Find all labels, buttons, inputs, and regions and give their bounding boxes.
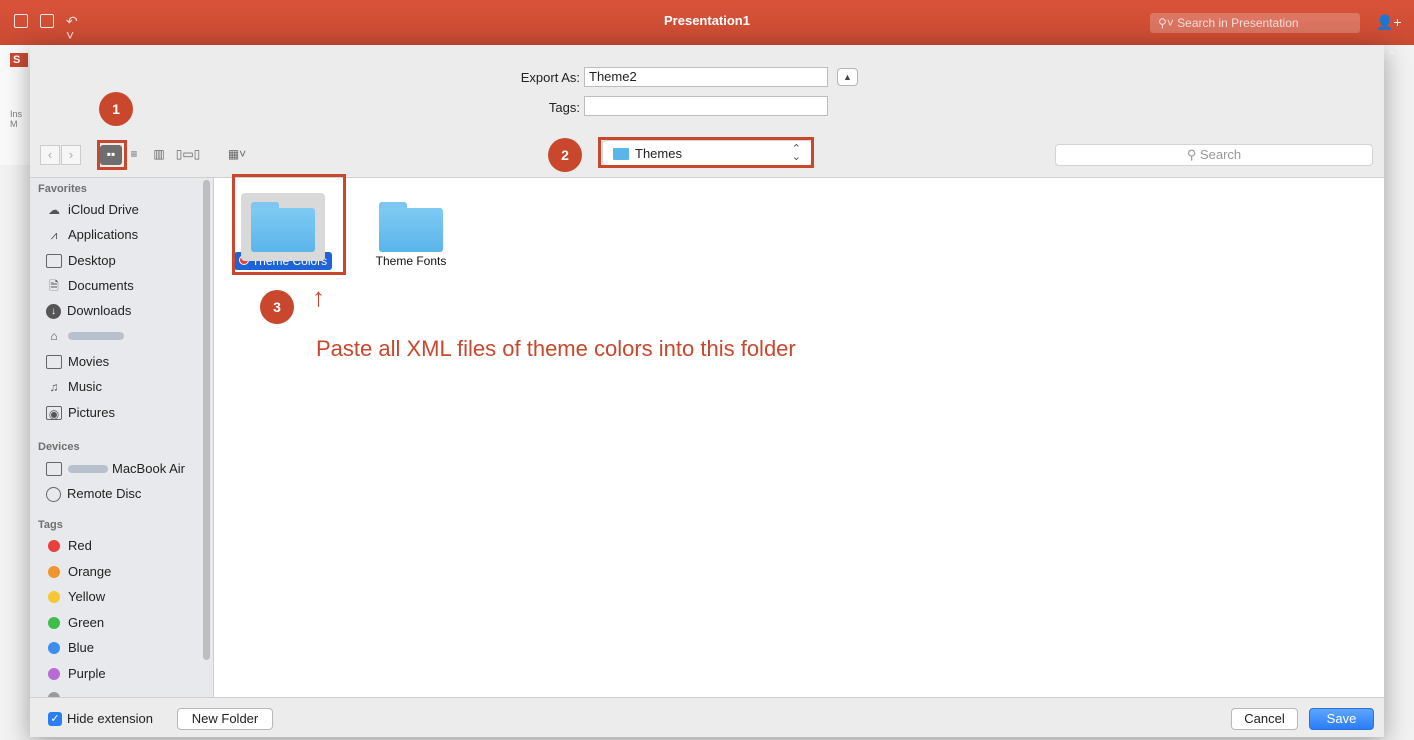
export-as-label: Export As: [520, 70, 580, 85]
back-button[interactable]: ‹ [40, 145, 60, 165]
tags-input[interactable] [584, 96, 828, 116]
music-icon: ♫ [49, 380, 59, 394]
file-browser: Theme Colors Theme Fonts 3 ↑ Paste all X… [214, 174, 1384, 697]
sidebar-tag-purple[interactable]: Purple [46, 663, 106, 685]
blurred-username [68, 332, 124, 340]
sidebar-tag-orange[interactable]: Orange [46, 561, 111, 583]
devices-heading: Devices [38, 441, 80, 453]
sidebar-item-remote-disc[interactable]: Remote Disc [46, 483, 141, 505]
sidebar-item-movies[interactable]: Movies [46, 351, 109, 373]
sidebar-tag-gray-partial[interactable] [46, 687, 68, 697]
app-titlebar: ↶ ˅ Presentation1 ⚲˅ Search in Presentat… [0, 0, 1414, 45]
sidebar-item-applications[interactable]: ⩘ Applications [46, 224, 139, 246]
hide-extension-label: Hide extension [67, 711, 153, 726]
finder-search-input[interactable]: ⚲ Search [1055, 144, 1373, 166]
applications-icon: ⩘ [50, 228, 58, 242]
step-badge-1: 1 [99, 92, 133, 126]
sidebar-tag-blue[interactable]: Blue [46, 637, 94, 659]
list-view-button[interactable]: ≡ [123, 145, 145, 165]
column-view-button[interactable]: ▥ [148, 145, 170, 165]
location-popup[interactable]: Themes ⌃ ⌄ [602, 140, 812, 166]
cancel-button[interactable]: Cancel [1231, 708, 1298, 730]
tag-dot-icon [48, 591, 60, 603]
movies-icon [46, 355, 62, 369]
favorites-heading: Favorites [38, 183, 87, 195]
sidebar-tag-yellow[interactable]: Yellow [46, 586, 105, 608]
sidebar-item-icloud[interactable]: ☁ iCloud Drive [46, 199, 139, 221]
share-person-icon[interactable]: 👤+ [1376, 14, 1402, 31]
hide-extension-checkbox[interactable]: ✓ [48, 712, 62, 726]
search-placeholder: Search in Presentation [1177, 16, 1299, 30]
finder-toolbar: ‹ › ▪▪ ≡ ▥ ▯▭▯ ▦˅ 1 2 Themes ⌃ ⌄ ⚲ Search [30, 92, 1384, 178]
ribbon-insert-label: Ins M [10, 109, 23, 129]
sidebar-item-pictures[interactable]: ◉ Pictures [46, 402, 115, 424]
folder-theme-colors[interactable]: Theme Colors [228, 178, 338, 270]
sidebar-item-home[interactable]: ⌂ [46, 325, 128, 347]
tags-heading: Tags [38, 519, 63, 531]
save-button[interactable]: Save [1309, 708, 1374, 730]
sidebar-item-documents[interactable]: 🗎 Documents [46, 275, 134, 297]
location-label: Themes [635, 146, 682, 161]
expand-dialog-button[interactable]: ▲ [837, 68, 858, 86]
dialog-footer: ✓ Hide extension New Folder Cancel Save [30, 697, 1384, 737]
annotation-instruction: Paste all XML files of theme colors into… [316, 336, 796, 361]
export-dialog: Export As: Theme2 ▲ Tags: ‹ › ▪▪ ≡ ▥ ▯▭▯… [30, 45, 1384, 737]
step-badge-2: 2 [548, 138, 582, 172]
folder-icon [251, 202, 315, 252]
tags-label: Tags: [548, 100, 580, 115]
sidebar-item-music[interactable]: ♫ Music [46, 376, 102, 398]
icon-view-button[interactable]: ▪▪ [100, 145, 122, 165]
search-icon: ⚲ [1186, 147, 1200, 162]
ribbon-edge: S [0, 45, 30, 165]
sidebar-tag-red[interactable]: Red [46, 535, 92, 557]
coverflow-view-button[interactable]: ▯▭▯ [173, 145, 203, 165]
sidebar-tag-green[interactable]: Green [46, 612, 104, 634]
export-fields: Export As: Theme2 ▲ Tags: [30, 45, 1384, 128]
new-folder-button[interactable]: New Folder [177, 708, 273, 730]
updown-chevron-icon: ⌃ ⌄ [791, 143, 801, 163]
documents-icon: 🗎 [49, 279, 59, 293]
export-as-input[interactable]: Theme2 [584, 67, 828, 87]
tag-dot-icon [48, 642, 60, 654]
forward-button[interactable]: › [61, 145, 81, 165]
home-icon: ⌂ [50, 329, 58, 343]
folder-theme-fonts[interactable]: Theme Fonts [356, 178, 466, 270]
pictures-icon: ◉ [46, 406, 62, 421]
tag-dot-icon [48, 617, 60, 629]
desktop-icon [46, 254, 62, 268]
folder-icon [379, 202, 443, 252]
finder-search-placeholder: Search [1199, 147, 1242, 162]
blurred-device-owner [68, 465, 108, 473]
collapse-ribbon-icon[interactable]: ⌃ [1386, 48, 1398, 65]
folder-icon [613, 148, 629, 160]
cloud-icon: ☁ [48, 203, 60, 217]
tag-dot-icon [48, 540, 60, 552]
search-icon: ⚲˅ [1158, 16, 1178, 30]
file-name-label: Theme Fonts [375, 254, 447, 268]
finder-sidebar: Favorites ☁ iCloud Drive ⩘ Applications De… [30, 178, 214, 697]
tag-dot-icon [48, 566, 60, 578]
annotation-arrow-icon: ↑ [312, 282, 325, 312]
laptop-icon [46, 462, 62, 476]
sidebar-scrollbar[interactable] [203, 180, 210, 660]
downloads-icon: ↓ [46, 303, 61, 319]
sidebar-item-macbook[interactable]: MacBook Air [46, 458, 185, 480]
sidebar-item-desktop[interactable]: Desktop [46, 250, 116, 272]
disc-icon [46, 486, 61, 502]
presentation-search-input[interactable]: ⚲˅ Search in Presentation [1150, 13, 1360, 33]
tag-dot-icon [48, 668, 60, 680]
step-badge-3: 3 [260, 290, 294, 324]
sidebar-item-downloads[interactable]: ↓ Downloads [46, 300, 131, 322]
ribbon-tab-edge[interactable]: S [10, 53, 28, 67]
arrange-menu-button[interactable]: ▦˅ [220, 145, 254, 165]
